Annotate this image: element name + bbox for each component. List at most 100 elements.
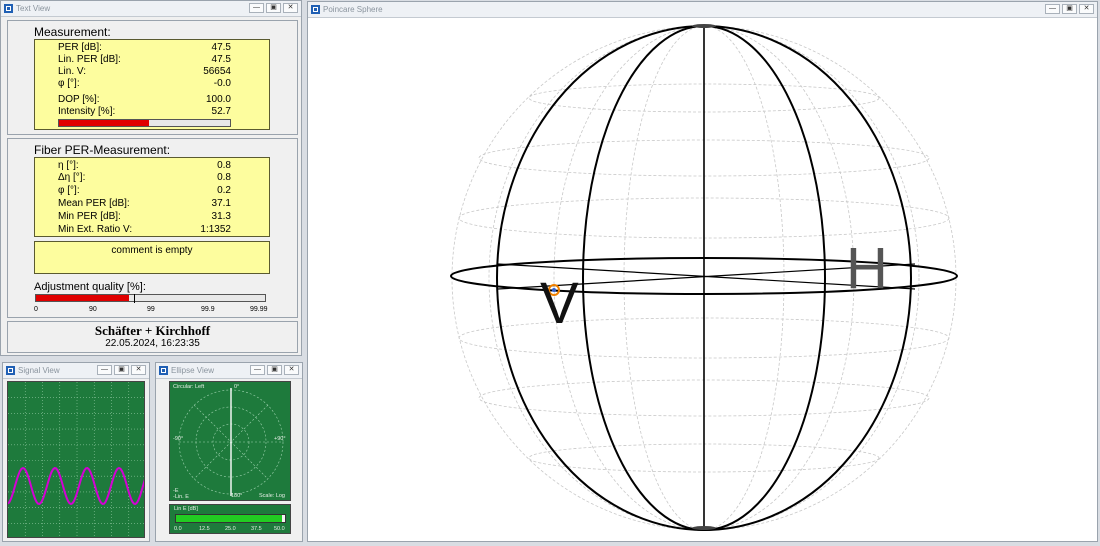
row-label: Lin. V: xyxy=(58,66,86,77)
row-label: φ [°]: xyxy=(58,78,80,89)
close-button[interactable]: ✕ xyxy=(283,3,298,13)
row-value: 0.2 xyxy=(217,185,231,196)
window-title: Signal View xyxy=(18,366,60,375)
poincare-titlebar[interactable]: Poincare Sphere — ▣ ✕ xyxy=(308,2,1097,18)
row-value: 52.7 xyxy=(211,106,231,117)
poincare-window: Poincare Sphere — ▣ ✕ H V xyxy=(307,1,1098,542)
adjust-tick: 99.9 xyxy=(201,306,215,313)
poincare-sphere[interactable]: H V xyxy=(308,18,1097,541)
signal-plot xyxy=(8,382,144,537)
minimize-button[interactable]: — xyxy=(97,365,112,375)
signal-waveform xyxy=(8,466,144,506)
value-row: Min Ext. Ratio V: 1:1352 xyxy=(35,224,269,236)
lin-e-tick: 50.0 xyxy=(274,526,285,532)
bottom-angle-label: 180° xyxy=(231,493,243,499)
signal-view-window: Signal View — ▣ ✕ xyxy=(2,362,150,542)
adjust-tick: 99 xyxy=(147,306,155,313)
row-label: Lin. PER [dB]: xyxy=(58,54,121,65)
label-h: H xyxy=(846,236,888,301)
minimize-button[interactable]: — xyxy=(1045,4,1060,14)
value-row: η [°]: 0.8 xyxy=(35,160,269,172)
ellipse-scope: Circular: Left 0° -90° +90° -E -Lin. E 1… xyxy=(169,381,291,501)
lin-e-panel: Lin E [dB] 0.0 12.5 25.0 37.5 50.0 xyxy=(169,504,291,534)
value-row: Intensity [%]: 52.7 xyxy=(35,106,269,118)
label-v: V xyxy=(540,271,579,336)
row-value: 100.0 xyxy=(205,94,231,105)
footer-panel: Schäfter + Kirchhoff 22.05.2024, 16:23:3… xyxy=(7,321,298,353)
minimize-button[interactable]: — xyxy=(249,3,264,13)
app-icon xyxy=(311,5,320,14)
row-label: Intensity [%]: xyxy=(58,106,116,117)
app-icon xyxy=(4,4,13,13)
comment-text: comment is empty xyxy=(111,245,193,256)
adjustment-quality-label: Adjustment quality [%]: xyxy=(34,281,146,293)
row-value: -0.0 xyxy=(213,78,231,89)
fiber-per-panel: Fiber PER-Measurement: η [°]: 0.8 Δη [°]:… xyxy=(7,138,298,318)
measurement-timestamp: 22.05.2024, 16:23:35 xyxy=(105,338,200,349)
restore-button[interactable]: ▣ xyxy=(114,365,129,375)
window-title: Poincare Sphere xyxy=(323,5,383,14)
value-row: Lin. PER [dB]: 47.5 xyxy=(35,54,269,66)
value-row: Min PER [dB]: 31.3 xyxy=(35,211,269,223)
row-label: Δη [°]: xyxy=(58,172,86,183)
measurement-values-box: PER [dB]: 47.5 Lin. PER [dB]: 47.5 Lin. V:… xyxy=(34,39,270,130)
value-row: φ [°]: -0.0 xyxy=(35,78,269,90)
row-value: 37.1 xyxy=(211,198,231,209)
row-value: 47.5 xyxy=(211,54,231,65)
restore-button[interactable]: ▣ xyxy=(1062,4,1077,14)
row-label: φ [°]: xyxy=(58,185,80,196)
ellipse-view-window: Ellipse View — ▣ ✕ Circular: Left 0° -90… xyxy=(155,362,303,542)
close-button[interactable]: ✕ xyxy=(284,365,299,375)
lin-e-label: -Lin. E xyxy=(173,494,189,500)
company-name: Schäfter + Kirchhoff xyxy=(94,323,211,338)
close-button[interactable]: ✕ xyxy=(131,365,146,375)
north-pole xyxy=(692,24,716,28)
lin-e-bar-fill xyxy=(176,515,282,522)
row-value: 47.5 xyxy=(211,42,231,53)
comment-box[interactable]: comment is empty xyxy=(34,241,270,274)
intensity-bar-fill xyxy=(59,120,150,126)
scale-label: Scale: Log xyxy=(259,493,285,499)
text-view-window: Text View — ▣ ✕ Measurement: PER [dB]: 47… xyxy=(0,0,302,356)
row-label: DOP [%]: xyxy=(58,94,100,105)
intensity-bar xyxy=(58,119,231,127)
window-title: Text View xyxy=(16,4,51,13)
app-icon xyxy=(6,366,15,375)
value-row: PER [dB]: 47.5 xyxy=(35,42,269,54)
adjustment-marker xyxy=(134,294,135,303)
close-button[interactable]: ✕ xyxy=(1079,4,1094,14)
adjust-tick: 0 xyxy=(34,306,38,313)
value-row: Lin. V: 56654 xyxy=(35,66,269,78)
lin-e-tick: 12.5 xyxy=(199,526,210,532)
row-value: 31.3 xyxy=(211,211,231,222)
row-label: η [°]: xyxy=(58,160,79,171)
restore-button[interactable]: ▣ xyxy=(266,3,281,13)
row-label: PER [dB]: xyxy=(58,42,102,53)
row-value: 0.8 xyxy=(217,172,231,183)
row-label: Min PER [dB]: xyxy=(58,211,121,222)
lin-e-title: Lin E [dB] xyxy=(174,506,198,512)
adjust-tick: 90 xyxy=(89,306,97,313)
app-icon xyxy=(159,366,168,375)
lin-e-tick: 0.0 xyxy=(174,526,182,532)
restore-button[interactable]: ▣ xyxy=(267,365,282,375)
value-row: Δη [°]: 0.8 xyxy=(35,172,269,184)
top-angle-label: 0° xyxy=(234,384,240,390)
left-angle-label: -90° xyxy=(173,436,184,442)
row-label: Mean PER [dB]: xyxy=(58,198,130,209)
row-label: Min Ext. Ratio V: xyxy=(58,224,133,235)
text-view-titlebar[interactable]: Text View — ▣ ✕ xyxy=(1,1,301,17)
signal-scope xyxy=(7,381,145,538)
signal-view-titlebar[interactable]: Signal View — ▣ ✕ xyxy=(3,363,149,379)
row-value: 1:1352 xyxy=(200,224,231,235)
measurement-heading: Measurement: xyxy=(34,25,111,39)
value-row: φ [°]: 0.2 xyxy=(35,185,269,197)
circular-left-label: Circular: Left xyxy=(173,384,205,390)
lin-e-tick: 25.0 xyxy=(225,526,236,532)
ellipse-view-titlebar[interactable]: Ellipse View — ▣ ✕ xyxy=(156,363,302,379)
fiber-values-box: η [°]: 0.8 Δη [°]: 0.8 φ [°]: 0.2 Mean PER … xyxy=(34,157,270,237)
polar-plot xyxy=(178,388,284,496)
minimize-button[interactable]: — xyxy=(250,365,265,375)
adjustment-quality-fill xyxy=(36,295,129,301)
measurement-panel: Measurement: PER [dB]: 47.5 Lin. PER [dB]… xyxy=(7,20,298,135)
